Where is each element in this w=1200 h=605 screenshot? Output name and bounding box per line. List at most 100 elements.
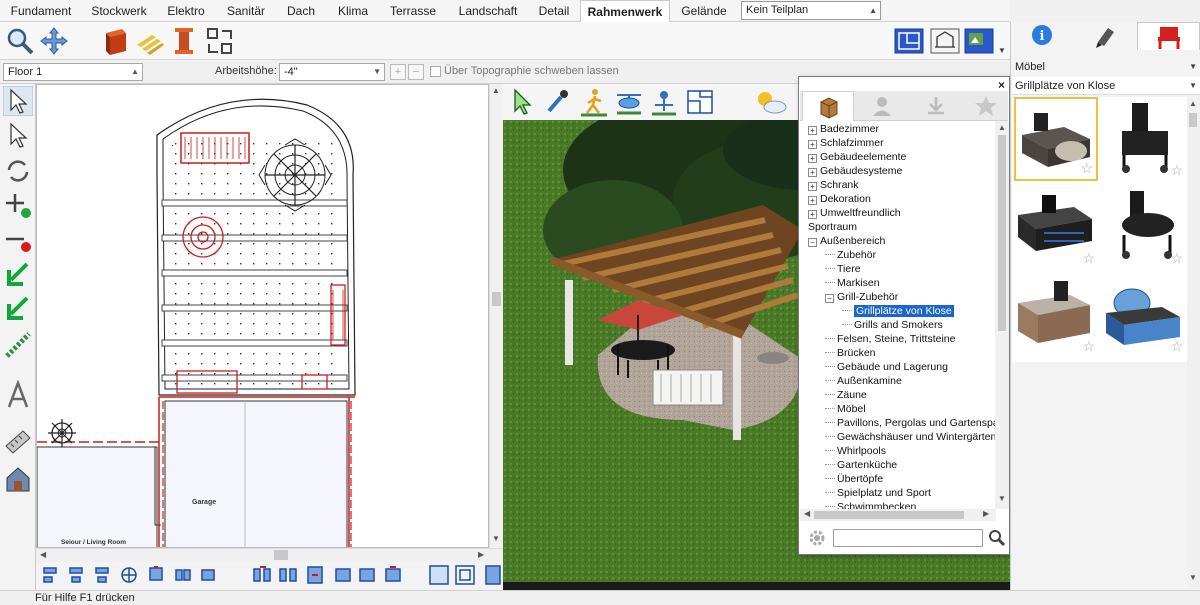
tree-item[interactable]: + Gebäudeelemente: [808, 150, 906, 164]
tree-item[interactable]: Spielplatz und Sport: [825, 486, 931, 500]
plan-hscroll-thumb[interactable]: [274, 550, 288, 560]
dimension-icon[interactable]: [3, 426, 33, 456]
tree-item[interactable]: Gebäude und Lagerung: [825, 360, 948, 374]
plus-icon[interactable]: +: [390, 64, 406, 80]
tree-hscroll-thumb[interactable]: [814, 511, 964, 519]
tree-horizontal-scrollbar[interactable]: ◀ ▶: [800, 509, 996, 521]
chevron-right-icon[interactable]: ▶: [478, 550, 484, 559]
expand-icon[interactable]: +: [808, 140, 817, 149]
zoom-icon[interactable]: [4, 25, 36, 57]
subcategory-select[interactable]: Grillplätze von Klose ▼: [1012, 77, 1200, 95]
elevation-view-icon[interactable]: [929, 25, 961, 57]
tree-item[interactable]: Felsen, Steine, Trittsteine: [825, 332, 955, 346]
tab-library-objects[interactable]: [802, 91, 854, 121]
tab-favorites[interactable]: [964, 91, 1008, 121]
tab-pen[interactable]: [1074, 22, 1137, 50]
rotate-icon[interactable]: [3, 156, 33, 186]
gear-icon[interactable]: [807, 528, 827, 548]
grill-station-thumb-2[interactable]: ☆: [1102, 97, 1186, 181]
plan-vertical-scrollbar[interactable]: ▲ ▼: [489, 84, 503, 548]
fountain-icon[interactable]: [649, 87, 679, 117]
library-search-input[interactable]: [833, 529, 983, 547]
tab-klima[interactable]: Klima: [326, 0, 380, 22]
sun-weather-icon[interactable]: [753, 87, 789, 117]
chevron-left-icon[interactable]: ◀: [40, 550, 46, 559]
tab-gelaende[interactable]: Gelände: [672, 0, 736, 22]
tab-stockwerk[interactable]: Stockwerk: [82, 0, 156, 22]
favorite-star-icon[interactable]: ☆: [1082, 250, 1095, 267]
rvscroll-thumb[interactable]: [1189, 113, 1197, 127]
tree-item[interactable]: Grillplätze von Klose: [842, 304, 954, 318]
tab-rahmenwerk[interactable]: Rahmenwerk: [580, 0, 670, 23]
tab-info[interactable]: i: [1011, 22, 1074, 50]
camera-view-icon[interactable]: [963, 25, 995, 57]
plan-view-icon[interactable]: [893, 25, 925, 57]
expand-icon[interactable]: +: [808, 196, 817, 205]
chevron-up-icon[interactable]: ▲: [998, 123, 1006, 132]
tree-vscroll-thumb[interactable]: [998, 135, 1006, 331]
tree-item[interactable]: Tiere: [825, 262, 861, 276]
grill-station-thumb-1[interactable]: ☆: [1014, 97, 1098, 181]
chain-icon[interactable]: [3, 330, 33, 360]
chevron-down-icon[interactable]: ▼: [492, 534, 500, 543]
tree-item[interactable]: Außenkamine: [825, 374, 902, 388]
floor-select[interactable]: Floor 1 ▲▼: [3, 63, 143, 92]
tree-item[interactable]: Möbel: [825, 402, 866, 416]
joists-icon[interactable]: [134, 25, 166, 57]
add-icon[interactable]: [3, 190, 33, 220]
expand-icon[interactable]: +: [808, 210, 817, 219]
tree-item[interactable]: − Außenbereich: [808, 234, 885, 248]
chevron-right-icon[interactable]: ▶: [983, 509, 989, 518]
grill-station-thumb-3[interactable]: ☆: [1014, 185, 1098, 269]
chevron-down-icon[interactable]: ▼: [998, 46, 1006, 55]
grill-station-thumb-5[interactable]: ☆: [1014, 273, 1098, 357]
chevron-up-icon[interactable]: ▲: [1189, 99, 1197, 108]
favorite-star-icon[interactable]: ☆: [1080, 160, 1093, 177]
select-arrow-icon[interactable]: [3, 86, 33, 116]
expand-icon[interactable]: +: [808, 154, 817, 163]
tree-item[interactable]: Pavillons, Pergolas und Gartenspal: [825, 416, 996, 430]
favorite-star-icon[interactable]: ☆: [1170, 162, 1183, 179]
tree-item[interactable]: + Badezimmer: [808, 122, 879, 136]
tree-item[interactable]: − Grill-Zubehör: [825, 290, 898, 304]
teilplan-select[interactable]: Kein Teilplan ▲▼: [741, 1, 881, 32]
tree-vertical-scrollbar[interactable]: ▲ ▼: [995, 121, 1009, 509]
tree-item[interactable]: + Schrank: [808, 178, 859, 192]
collapse-icon[interactable]: −: [808, 238, 817, 247]
text-icon[interactable]: [3, 380, 33, 410]
plan-horizontal-scrollbar[interactable]: ◀ ▶: [36, 548, 503, 561]
search-icon[interactable]: [988, 529, 1006, 547]
collapse-icon[interactable]: −: [825, 294, 834, 303]
select-group-icon[interactable]: [3, 120, 33, 150]
grill-station-thumb-4[interactable]: ☆: [1102, 185, 1186, 269]
tree-item[interactable]: Zubehör: [825, 248, 876, 262]
select-3d-icon[interactable]: [509, 87, 537, 117]
remove-icon[interactable]: [3, 226, 33, 256]
tab-terrasse[interactable]: Terrasse: [380, 0, 446, 22]
tree-item[interactable]: Zäune: [825, 388, 867, 402]
thumbnails-scrollbar[interactable]: ▲ ▼: [1187, 97, 1200, 587]
expand-icon[interactable]: +: [808, 126, 817, 135]
tree-item[interactable]: Whirlpools: [825, 444, 886, 458]
favorite-star-icon[interactable]: ☆: [1170, 250, 1183, 267]
arbeitshoehe-input[interactable]: -4" ▼: [279, 63, 385, 81]
beam-icon[interactable]: [100, 25, 132, 57]
tab-fundament[interactable]: Fundament: [0, 0, 82, 22]
pan-icon[interactable]: [38, 25, 70, 57]
tab-dach[interactable]: Dach: [276, 0, 326, 22]
align-icons[interactable]: [36, 562, 503, 590]
post-icon[interactable]: [168, 25, 200, 57]
tab-user-library[interactable]: [856, 91, 908, 121]
tab-download[interactable]: [910, 91, 962, 121]
tree-item[interactable]: + Gebäudesysteme: [808, 164, 902, 178]
tree-item[interactable]: Übertöpfe: [825, 472, 883, 486]
framing-tools-icon[interactable]: [204, 25, 236, 57]
floor-overview-icon[interactable]: [685, 87, 715, 117]
tab-furniture[interactable]: [1137, 22, 1200, 50]
green-arrow-down-left-2-icon[interactable]: [3, 294, 33, 324]
green-arrow-down-left-icon[interactable]: [3, 260, 33, 290]
plan-vscroll-thumb[interactable]: [492, 292, 501, 306]
category-select[interactable]: Möbel ▼: [1012, 58, 1200, 76]
walkthrough-icon[interactable]: [579, 87, 609, 117]
close-icon[interactable]: ×: [998, 78, 1005, 92]
